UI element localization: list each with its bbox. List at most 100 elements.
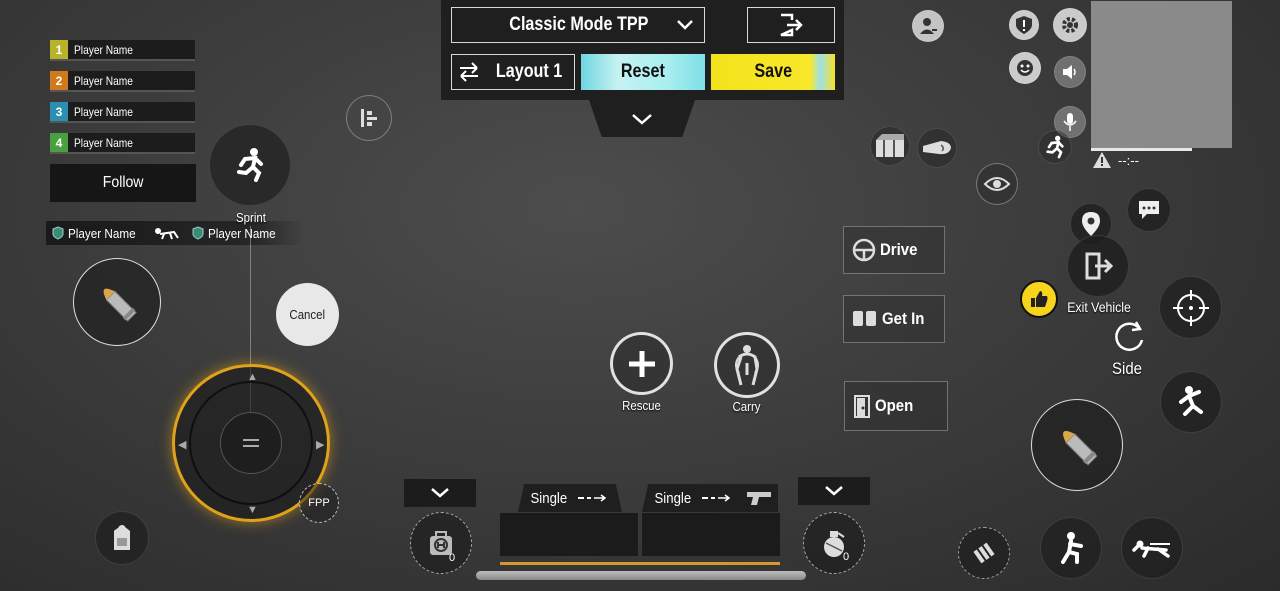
warning-icon [1093, 152, 1111, 168]
reload-button[interactable] [958, 527, 1010, 579]
emote-button[interactable] [1009, 52, 1041, 84]
weapon-slot-2-mode[interactable]: Single [642, 484, 746, 512]
mode-dropdown[interactable]: Classic Mode TPP [451, 7, 705, 43]
smiley-icon [1017, 60, 1033, 76]
switch-seat-button[interactable] [1108, 317, 1148, 357]
steering-wheel-icon [852, 238, 876, 262]
layout-button[interactable]: Layout 1 [451, 54, 575, 90]
bullet-icon [1063, 431, 1098, 466]
speaker-button[interactable] [1054, 56, 1086, 88]
fpp-toggle-button[interactable]: FPP [299, 483, 339, 523]
squad-member: 3 Player Name [50, 102, 195, 123]
person-icon [920, 18, 937, 34]
plus-icon [628, 350, 655, 377]
throwable-button[interactable] [803, 512, 865, 574]
hud-list-button[interactable] [346, 95, 392, 141]
running-man-icon [237, 148, 263, 182]
speaker-icon [1063, 65, 1076, 79]
layout-top-bar: Classic Mode TPP Layout 1 Reset Save [441, 0, 844, 100]
carry-person-icon [735, 345, 759, 386]
aim-scope-button[interactable] [1159, 276, 1222, 339]
auto-run-button[interactable] [1038, 130, 1072, 164]
free-look-button[interactable] [976, 163, 1018, 205]
voice-person-button[interactable] [912, 10, 944, 42]
throwable-count: 0 [843, 551, 850, 563]
heal-item-button[interactable] [410, 512, 472, 574]
exit-vehicle-button[interactable] [1067, 235, 1129, 297]
chevron-down-icon [825, 486, 843, 496]
network-status: --:-- [1092, 150, 1152, 170]
crouch-button[interactable] [1040, 517, 1102, 579]
chat-bubble-icon [1139, 201, 1159, 219]
bullet-icon [103, 288, 137, 322]
pistol-slot[interactable] [740, 484, 778, 512]
weapon-slot-1[interactable] [500, 513, 638, 556]
fire-mode-icon [577, 494, 606, 502]
arrow-up-icon: ▲ [247, 371, 258, 383]
carry-label: Carry [732, 399, 761, 414]
open-door-button[interactable]: Open [844, 381, 948, 431]
throwable-expand-tab[interactable] [798, 477, 870, 505]
exit-editor-button[interactable] [747, 7, 835, 43]
health-bar [476, 571, 806, 580]
arrow-left-icon: ◀ [178, 439, 187, 451]
arrow-down-icon: ▼ [247, 504, 258, 516]
prone-button[interactable] [1121, 517, 1183, 579]
get-in-button[interactable]: Get In [843, 295, 945, 343]
sprint-button[interactable] [209, 124, 291, 206]
jump-button[interactable] [1160, 371, 1222, 433]
like-button[interactable] [1020, 280, 1058, 318]
crouch-icon [1061, 532, 1083, 564]
carry-button[interactable] [714, 332, 780, 398]
fire-button-right[interactable] [1031, 399, 1123, 491]
side-label: Side [1112, 359, 1142, 378]
ammo-bar [500, 562, 780, 565]
quick-chat-button[interactable] [1127, 188, 1171, 232]
cancel-button[interactable]: Cancel [276, 283, 339, 346]
prone-icon [1132, 540, 1170, 558]
squad-member: 1 Player Name [50, 40, 195, 61]
bars-icon [361, 109, 377, 127]
exit-icon [780, 13, 803, 37]
squad-member: 2 Player Name [50, 71, 195, 92]
eye-icon [983, 177, 1011, 191]
mode-label: Classic Mode TPP [509, 14, 649, 35]
knockdown-icon [155, 228, 179, 240]
drive-button[interactable]: Drive [843, 226, 945, 274]
punch-button[interactable] [917, 128, 957, 168]
layout-label: Layout 1 [495, 61, 563, 82]
minimap[interactable] [1091, 1, 1232, 148]
weapon-slot-2[interactable] [642, 513, 780, 556]
weapon-slot-1-mode[interactable]: Single [518, 484, 622, 512]
crosshair-icon [1172, 289, 1209, 326]
rescue-label: Rescue [622, 398, 661, 413]
rescue-button[interactable] [610, 332, 673, 395]
sprint-label: Sprint [236, 210, 266, 225]
exit-vehicle-label: Exit Vehicle [1067, 299, 1131, 315]
airdrop-button[interactable] [870, 126, 910, 166]
gear-icon [1062, 17, 1078, 33]
shield-badge-icon [52, 226, 64, 240]
follow-button[interactable]: Follow [50, 164, 196, 202]
settings-button[interactable] [1053, 8, 1087, 42]
heal-expand-tab[interactable] [404, 479, 476, 507]
squad-member: 4 Player Name [50, 133, 195, 154]
microphone-icon [1063, 113, 1077, 131]
expand-tab[interactable] [589, 100, 695, 137]
chevron-down-icon [632, 113, 652, 125]
chevron-down-icon [677, 20, 693, 30]
report-button[interactable] [1009, 10, 1039, 40]
save-button[interactable]: Save [711, 54, 835, 90]
fire-button-left[interactable] [73, 258, 161, 346]
joystick-knob[interactable] [220, 412, 282, 474]
seat-icon [853, 311, 876, 326]
fist-icon [923, 141, 951, 155]
backpack-icon [114, 525, 130, 550]
reset-button[interactable]: Reset [581, 54, 705, 90]
shield-badge-icon [192, 226, 204, 240]
backpack-button[interactable] [95, 511, 149, 565]
thumbs-up-icon [1031, 291, 1048, 307]
rotate-icon [1115, 321, 1144, 351]
shield-alert-icon [1016, 16, 1032, 34]
arrow-right-icon: ▶ [316, 439, 325, 451]
